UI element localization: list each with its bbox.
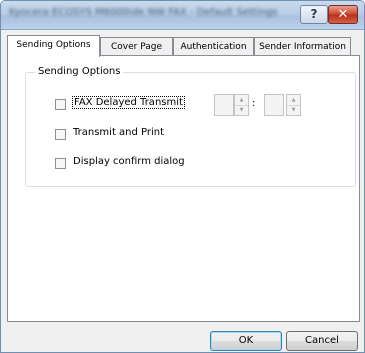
minute-spinner: ▲ ▼ [286, 94, 301, 116]
window-title: Kyocera ECOSYS M6000ide NW FAX - Default… [9, 7, 278, 18]
tab-sending-options[interactable]: Sending Options [7, 35, 100, 57]
close-icon: ✕ [337, 7, 349, 22]
transmit-and-print-checkbox[interactable] [55, 129, 66, 140]
focus-rectangle: FAX Delayed Transmit [72, 96, 185, 109]
display-confirm-dialog-label[interactable]: Display confirm dialog [73, 156, 185, 167]
hour-spinner: ▲ ▼ [234, 94, 249, 116]
group-title: Sending Options [35, 66, 124, 77]
close-button[interactable]: ✕ [328, 5, 358, 24]
chevron-down-icon: ▼ [291, 107, 296, 113]
chevron-down-icon: ▼ [239, 107, 244, 113]
time-separator: : [252, 98, 256, 109]
fax-delayed-transmit-label[interactable]: FAX Delayed Transmit [72, 96, 185, 109]
minute-field [264, 94, 284, 116]
cancel-button[interactable]: Cancel [286, 331, 358, 351]
tab-sender-information[interactable]: Sender Information [254, 37, 351, 56]
question-mark-icon: ? [310, 7, 318, 21]
display-confirm-dialog-checkbox[interactable] [55, 158, 66, 169]
title-bar[interactable]: Kyocera ECOSYS M6000ide NW FAX - Default… [1, 1, 364, 30]
dialog-window: Kyocera ECOSYS M6000ide NW FAX - Default… [0, 0, 365, 353]
tab-authentication[interactable]: Authentication [173, 37, 254, 56]
tab-cover-page[interactable]: Cover Page [100, 37, 173, 56]
transmit-and-print-label[interactable]: Transmit and Print [73, 127, 164, 138]
help-button[interactable]: ? [300, 5, 328, 24]
tab-strip: Sending Options Cover Page Authenticatio… [7, 35, 362, 57]
fax-delayed-transmit-checkbox[interactable] [55, 99, 66, 110]
hour-field [214, 94, 234, 116]
ok-button[interactable]: OK [210, 331, 282, 351]
